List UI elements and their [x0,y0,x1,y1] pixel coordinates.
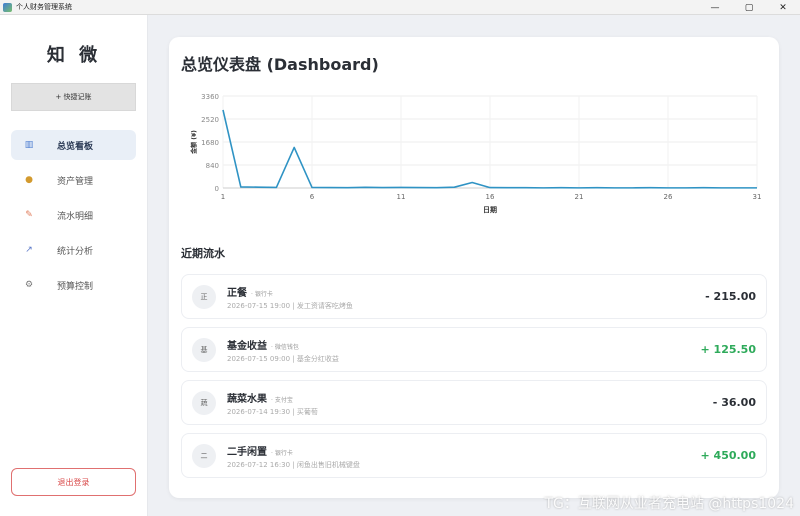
transaction-category: 基金收益 [227,341,267,352]
x-tick-label: 21 [575,193,584,201]
recent-transactions-title: 近期流水 [181,247,225,260]
transaction-avatar: 基 [192,338,216,362]
sidebar-item-label: 统计分析 [57,246,94,257]
maximize-button[interactable]: ▢ [732,0,766,15]
trend-chart-icon: ↗ [25,245,33,255]
transaction-row[interactable]: 二二手闲置 · 银行卡 2026-07-12 16:30 | 闲鱼出售旧机械键盘 + … [181,433,767,478]
y-tick-label: 840 [206,162,219,170]
daily-amount-line-chart: 08401680252033601 6 11 16 21 26 31日期金额 (¥) [190,93,762,214]
quick-record-button[interactable]: + 快捷记账 [11,83,136,111]
transaction-category: 正餐 [227,288,247,299]
x-tick-label: 11 [397,193,406,201]
x-tick-label: 26 [664,193,673,201]
transaction-meta: 2026-07-12 16:30 | 闲鱼出售旧机械键盘 [227,461,360,469]
window-title: 个人财务管理系统 [16,3,72,11]
x-tick-label: 31 [753,193,762,201]
transaction-avatar: 二 [192,444,216,468]
sidebar-nav: ▥ 总览看板 ● 资产管理 ✎ 流水明细 ↗ 统计分析 ⚙ 预算控制 [11,130,136,305]
y-tick-label: 0 [215,185,219,193]
memo-icon: ✎ [25,210,33,220]
window-controls: — ▢ ✕ [698,0,800,15]
gear-icon: ⚙ [24,280,34,290]
x-tick-label: 16 [486,193,495,201]
app-icon [3,2,12,12]
y-tick-label: 1680 [201,139,219,147]
transaction-meta: 2026-07-15 09:00 | 基金分红收益 [227,355,339,363]
sidebar-item[interactable]: ↗ 统计分析 [11,235,136,265]
page-title: 总览仪表盘 (Dashboard) [181,55,379,74]
sidebar-item[interactable]: ⚙ 预算控制 [11,270,136,300]
transaction-name: 蔬菜水果 · 支付宝 [227,390,293,405]
sidebar-item-label: 总览看板 [57,141,94,152]
transaction-list: 正正餐 · 银行卡 2026-07-15 19:00 | 发工资请客吃烤鱼 - 215… [181,274,767,486]
transaction-name: 二手闲置 · 银行卡 [227,443,293,458]
transaction-avatar: 正 [192,285,216,309]
dashboard-card: 总览仪表盘 (Dashboard) 0 840 1680 2520 3360 1 6 11 16… [169,37,779,498]
transaction-account: · 支付宝 [271,397,293,404]
transaction-meta: 2026-07-14 19:30 | 买葡萄 [227,408,318,416]
logout-button[interactable]: 退出登录 [11,468,136,496]
transaction-row[interactable]: 蔬蔬菜水果 · 支付宝 2026-07-14 19:30 | 买葡萄 - 36.00 [181,380,767,425]
transaction-account: · 微信钱包 [271,344,299,351]
transaction-meta: 2026-07-15 19:00 | 发工资请客吃烤鱼 [227,302,353,310]
close-button[interactable]: ✕ [766,0,800,15]
sidebar-item[interactable]: ▥ 总览看板 [11,130,136,160]
transaction-amount: + 450.00 [700,449,757,462]
transaction-account: · 银行卡 [271,450,293,457]
transaction-row[interactable]: 正正餐 · 银行卡 2026-07-15 19:00 | 发工资请客吃烤鱼 - 215… [181,274,767,319]
transaction-category: 蔬菜水果 [227,394,267,405]
transaction-amount: - 215.00 [705,290,756,303]
y-tick-label: 3360 [201,93,219,101]
transaction-row[interactable]: 基基金收益 · 微信钱包 2026-07-15 09:00 | 基金分红收益 + 12… [181,327,767,372]
money-bag-icon: ● [25,175,33,185]
x-tick-label: 6 [310,193,315,201]
transaction-category: 二手闲置 [227,447,267,458]
y-axis-label: 金额 (¥) [190,130,198,155]
transaction-name: 正餐 · 银行卡 [227,284,273,299]
transaction-amount: + 125.50 [700,343,757,356]
bar-chart-icon: ▥ [24,140,34,150]
transaction-name: 基金收益 · 微信钱包 [227,337,299,352]
transaction-avatar: 蔬 [192,391,216,415]
y-tick-label: 2520 [201,116,219,124]
minimize-button[interactable]: — [698,0,732,15]
sidebar-item[interactable]: ✎ 流水明细 [11,200,136,230]
sidebar-item[interactable]: ● 资产管理 [11,165,136,195]
sidebar-item-label: 预算控制 [57,281,94,292]
transaction-amount: - 36.00 [712,396,756,409]
watermark-text: TG：互联网从业者充电站 @https1024 [544,496,794,512]
x-tick-label: 1 [221,193,225,201]
app-logo: 知 微 [46,45,102,66]
transaction-account: · 银行卡 [251,291,273,298]
sidebar-item-label: 流水明细 [57,211,94,222]
x-axis-label: 日期 [483,205,497,214]
sidebar: 知 微 + 快捷记账 ▥ 总览看板 ● 资产管理 ✎ 流水明细 ↗ 统计分析 ⚙ 预算控制 退出登… [0,15,148,516]
sidebar-item-label: 资产管理 [57,176,94,187]
title-bar: 个人财务管理系统 — ▢ ✕ [0,0,800,15]
